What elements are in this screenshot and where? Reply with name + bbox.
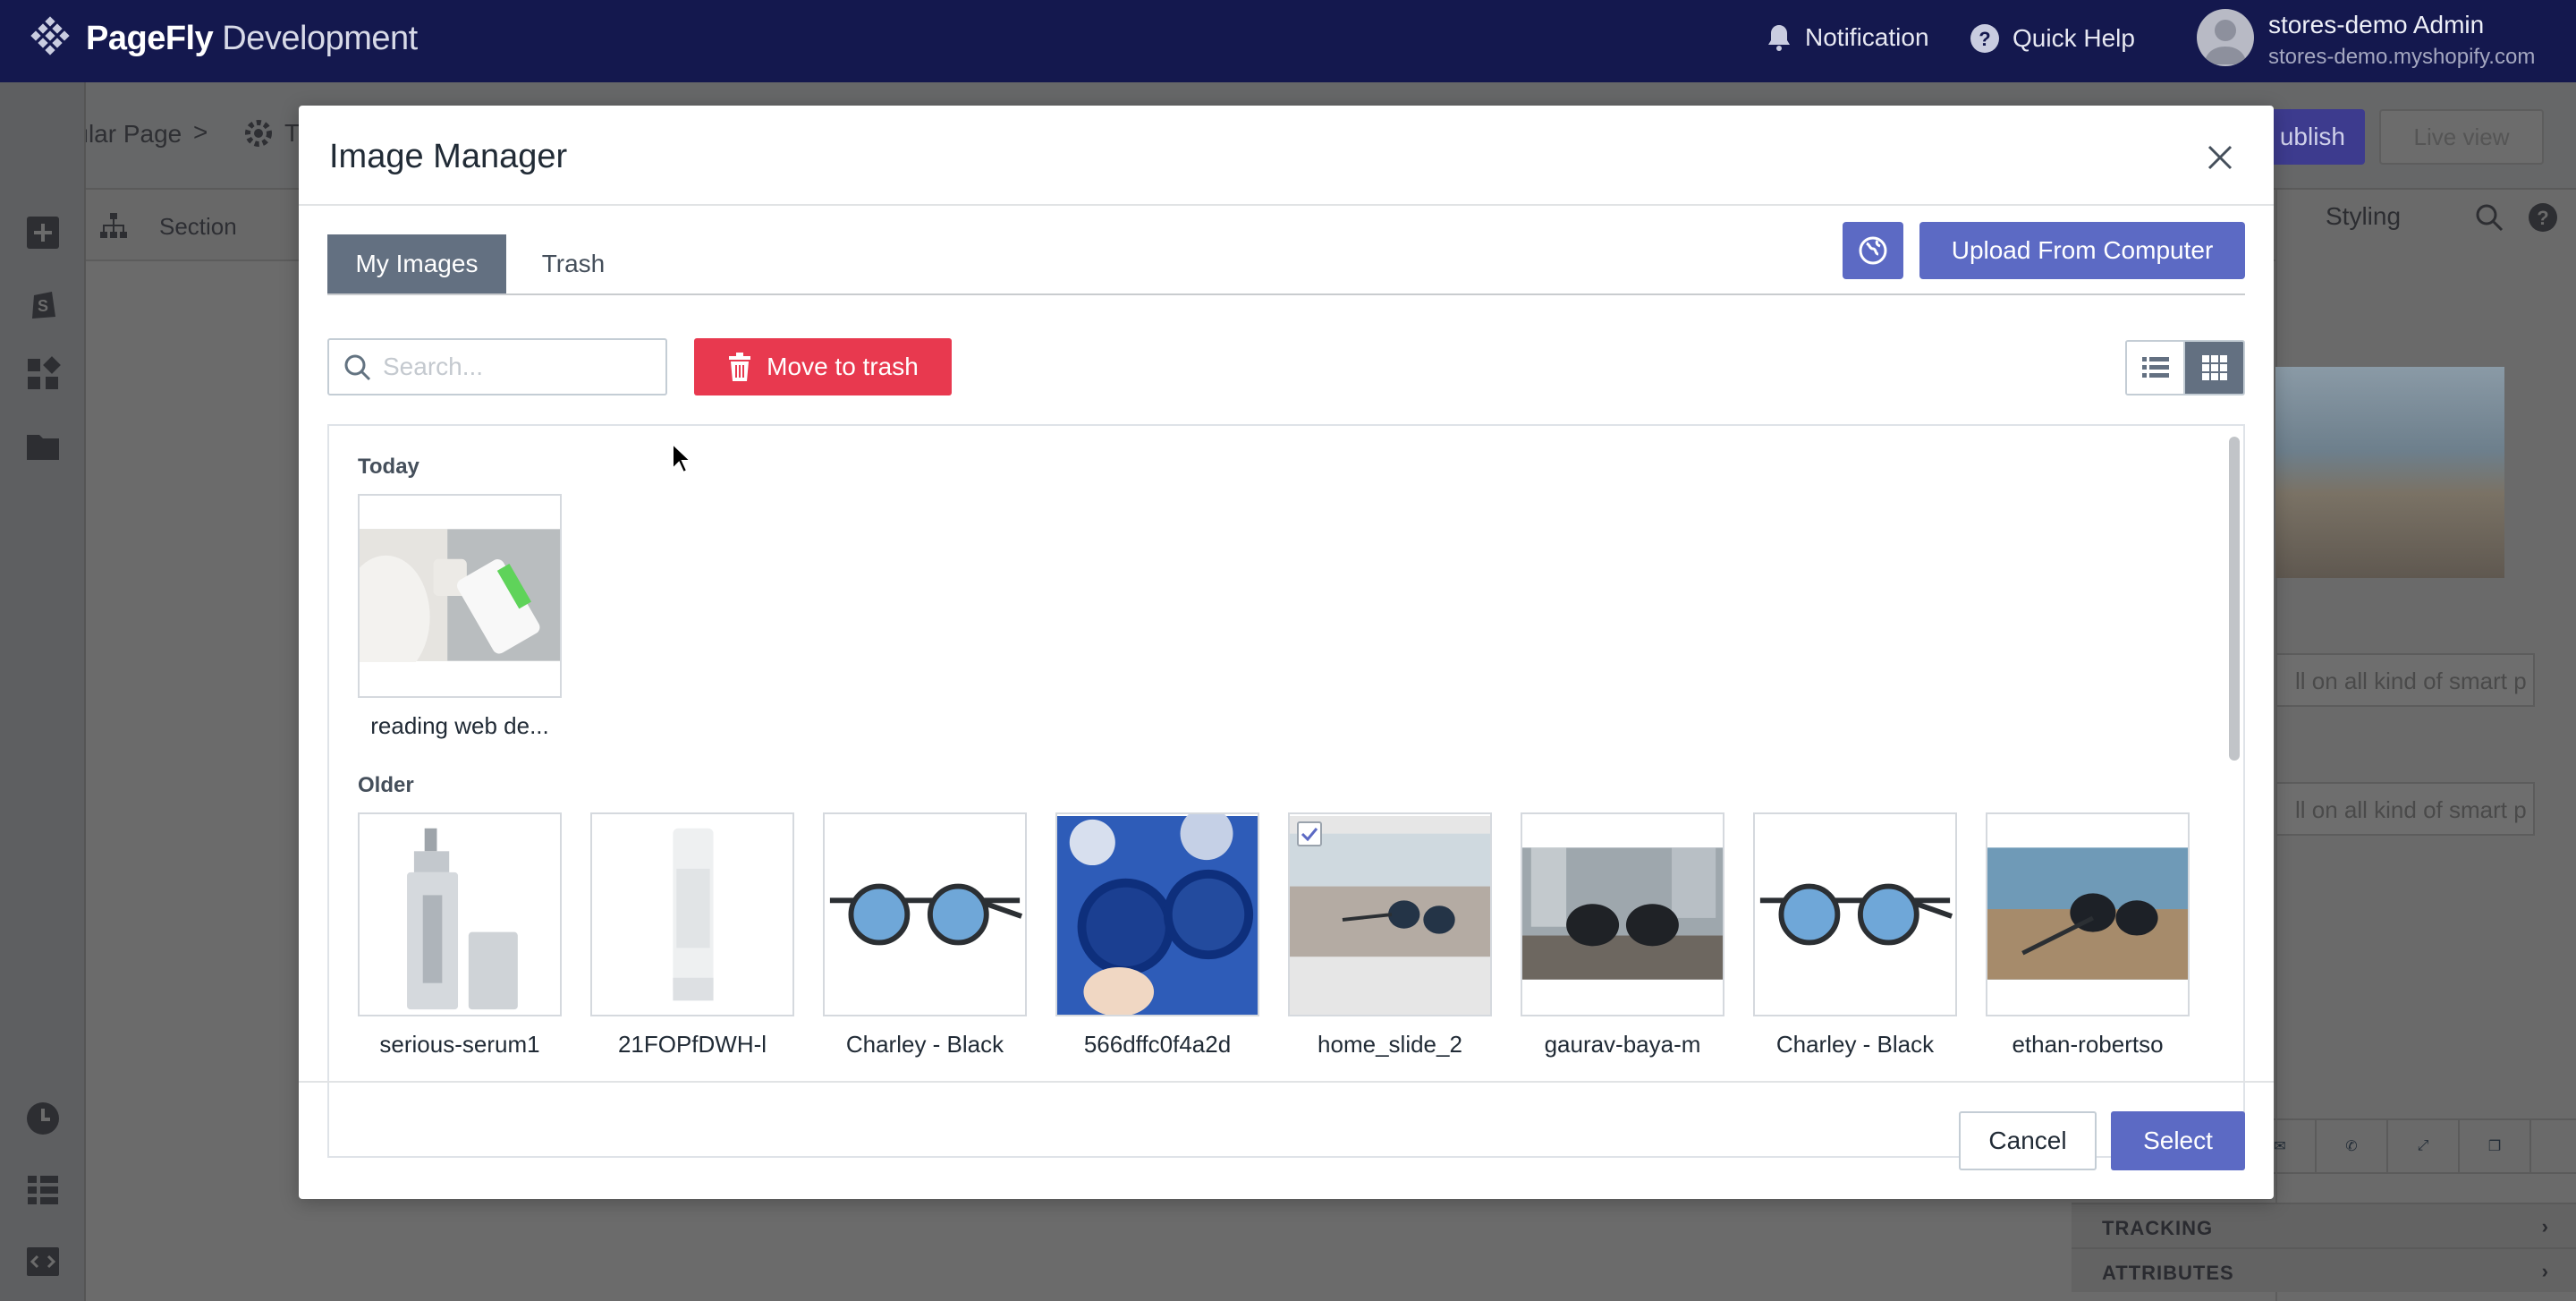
folder-icon[interactable]: [25, 428, 61, 463]
list-icon: [2141, 357, 2169, 378]
sunglasses-image: [825, 816, 1025, 1015]
sunglasses-image: [1755, 816, 1955, 1015]
move-to-trash-label: Move to trash: [767, 353, 919, 380]
image-caption: 566dffc0f4a2d: [1083, 1031, 1232, 1058]
image-thumb[interactable]: [590, 812, 794, 1016]
phone-reading-image: [360, 529, 560, 662]
globe-icon: [1859, 236, 1887, 265]
breadcrumb-separator: >: [193, 118, 208, 146]
code-icon[interactable]: [25, 1244, 61, 1280]
question-circle-icon: ?: [1970, 24, 1999, 53]
group-label-older: Older: [358, 773, 414, 797]
search-icon: [344, 354, 371, 381]
top-bar: PageFly Development Notification ? Quick…: [0, 0, 2576, 82]
image-caption: gaurav-baya-m: [1544, 1031, 1701, 1058]
page-settings[interactable]: T: [243, 118, 300, 149]
breadcrumb-next: T: [284, 119, 301, 147]
bell-icon: [1768, 25, 1790, 51]
attributes-section[interactable]: ATTRIBUTES ›: [2072, 1247, 2576, 1292]
trash-icon: [729, 353, 751, 381]
search-icon[interactable]: [2474, 202, 2504, 233]
clock-icon[interactable]: [25, 1101, 61, 1136]
list-view-button[interactable]: [2127, 342, 2186, 394]
grid-view-button[interactable]: [2185, 342, 2243, 394]
list-layers-icon[interactable]: [25, 1172, 61, 1208]
serum-bottle-image: [360, 816, 560, 1015]
tab-my-images[interactable]: My Images: [327, 234, 506, 293]
search-box: [327, 338, 667, 395]
group-label-today: Today: [358, 455, 419, 479]
avatar[interactable]: [2197, 9, 2254, 66]
sand-sunglasses-image: [1987, 847, 2188, 980]
modal-title: Image Manager: [329, 138, 568, 175]
image-thumb[interactable]: [823, 812, 1027, 1016]
image-thumb[interactable]: [1288, 812, 1492, 1016]
modal-header: Image Manager: [299, 106, 2274, 206]
section-label[interactable]: Section: [159, 213, 237, 241]
add-element-icon[interactable]: [25, 215, 61, 251]
svg-text:?: ?: [2537, 207, 2548, 229]
image-caption: reading web de...: [370, 712, 549, 739]
tab-trash[interactable]: Trash: [524, 234, 623, 293]
live-view-button[interactable]: Live view: [2379, 109, 2544, 165]
user-avatar-icon: [2204, 20, 2247, 64]
svg-text:?: ?: [1979, 28, 1990, 50]
city-sunglasses-image: [1522, 847, 1723, 980]
image-caption: ethan-robertso: [2012, 1031, 2164, 1058]
contact-icon-row: ✉ ✆ ⤢ ❐: [2245, 1118, 2576, 1174]
panel-text-input-2[interactable]: ll on all kind of smart p: [2275, 782, 2535, 836]
gear-icon: [245, 120, 272, 147]
image-caption: serious-serum1: [379, 1031, 540, 1058]
tab-styling[interactable]: Styling: [2326, 202, 2401, 231]
panel-image-preview[interactable]: [2275, 367, 2504, 578]
phone-icon[interactable]: ✆: [2317, 1120, 2388, 1172]
copy-icon[interactable]: ❐: [2460, 1120, 2531, 1172]
notification-label: Notification: [1805, 23, 1929, 51]
sitemap-icon[interactable]: [98, 211, 129, 240]
quick-help-button[interactable]: ? Quick Help: [1970, 23, 2135, 54]
shopify-icon[interactable]: S: [25, 285, 61, 320]
user-store: stores-demo.myshopify.com: [2268, 45, 2536, 69]
user-name: stores-demo Admin: [2268, 11, 2485, 38]
tracking-section[interactable]: TRACKING ›: [2072, 1203, 2576, 1247]
image-caption: 21FOPfDWH-l: [617, 1031, 767, 1058]
gallery-scrollbar-thumb[interactable]: [2229, 437, 2240, 761]
image-thumb[interactable]: [1521, 812, 1724, 1016]
close-icon[interactable]: [2204, 141, 2236, 174]
serum-tube-image: [592, 816, 792, 1015]
image-thumb[interactable]: [358, 494, 562, 698]
view-mode-toggle: [2125, 340, 2245, 395]
import-url-button[interactable]: [1843, 222, 1903, 279]
image-caption: home_slide_2: [1318, 1031, 1462, 1058]
image-caption: Charley - Black: [845, 1031, 1004, 1058]
image-manager-modal: Image Manager My Images Trash Upload Fro…: [299, 106, 2274, 1199]
svg-text:S: S: [38, 297, 48, 315]
image-thumb[interactable]: [1055, 812, 1259, 1016]
mouse-cursor-icon: [672, 442, 692, 474]
expand-icon[interactable]: ⤢: [2388, 1120, 2460, 1172]
notification-button[interactable]: Notification: [1766, 23, 1929, 52]
quick-help-label: Quick Help: [2012, 24, 2135, 52]
grid-icon: [2201, 355, 2227, 380]
left-rail: S: [0, 82, 86, 1301]
upload-from-computer-button[interactable]: Upload From Computer: [1919, 222, 2245, 279]
pagefly-logo-icon: [30, 16, 70, 55]
blue-sunglasses-hand-image: [1057, 814, 1258, 1015]
apps-icon[interactable]: [25, 356, 61, 392]
cancel-button[interactable]: Cancel: [1959, 1111, 2097, 1170]
image-thumb[interactable]: [1753, 812, 1957, 1016]
brand-title: PageFly Development: [86, 20, 418, 57]
checkmark-icon: [1301, 828, 1318, 841]
image-thumb[interactable]: [358, 812, 562, 1016]
help-icon[interactable]: ?: [2528, 202, 2558, 233]
search-input[interactable]: [383, 351, 651, 383]
move-to-trash-button[interactable]: Move to trash: [694, 338, 952, 395]
image-thumb[interactable]: [1986, 812, 2190, 1016]
select-button[interactable]: Select: [2111, 1111, 2245, 1170]
image-gallery: Today reading web de... Older serious-se…: [327, 424, 2245, 1158]
panel-text-input-1[interactable]: ll on all kind of smart p: [2275, 653, 2535, 707]
selected-checkbox[interactable]: [1297, 821, 1322, 846]
image-caption: Charley - Black: [1775, 1031, 1935, 1058]
